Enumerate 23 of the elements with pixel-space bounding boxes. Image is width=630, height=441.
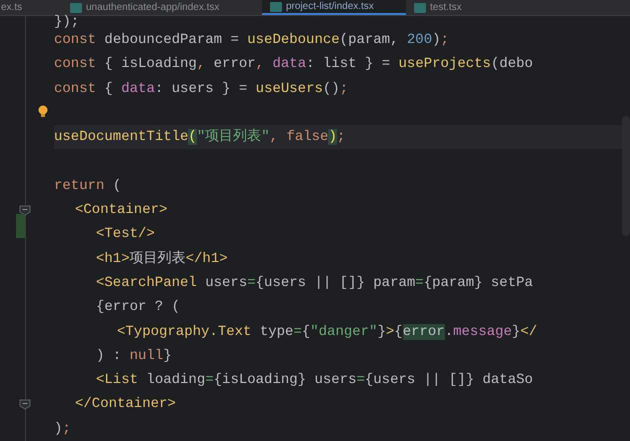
- code-line: ) : null}: [96, 348, 172, 364]
- fold-icon[interactable]: [19, 399, 31, 410]
- fold-icon[interactable]: [19, 205, 31, 216]
- code-line: });: [54, 14, 80, 30]
- code-line: const { data: users } = useUsers();: [54, 80, 348, 97]
- code-line: <List loading={isLoading} users={users || []} dataSo: [96, 372, 533, 388]
- lightbulb-icon[interactable]: [38, 104, 48, 118]
- editor-tab[interactable]: test.tsx: [406, 0, 486, 15]
- code-line: return (: [54, 178, 122, 194]
- code-line: <Test/>: [96, 226, 155, 242]
- code-line: <Typography.Text type={"danger"}>{error.message}</: [117, 324, 538, 340]
- editor-tab[interactable]: ex.ts: [0, 0, 62, 15]
- code-line: const debouncedParam = useDebounce(param, 200);: [54, 32, 449, 48]
- code-line: const { isLoading, error, data: list } = useProjects(debo: [54, 56, 533, 72]
- code-line: {error ? (: [96, 299, 180, 316]
- code-line: );: [54, 420, 71, 437]
- code-line: <h1>项目列表</h1>: [96, 250, 228, 267]
- code-line: </Container>: [75, 396, 176, 412]
- editor-tab[interactable]: unauthenticated-app/index.tsx: [62, 0, 232, 15]
- code-line: useDocumentTitle("项目列表", false);: [54, 129, 346, 146]
- editor-tab[interactable]: project-list/index.tsx: [262, 0, 406, 15]
- code-line: <SearchPanel users={users || []} param={param} setPa: [96, 274, 533, 291]
- code-line: <Container>: [75, 202, 168, 218]
